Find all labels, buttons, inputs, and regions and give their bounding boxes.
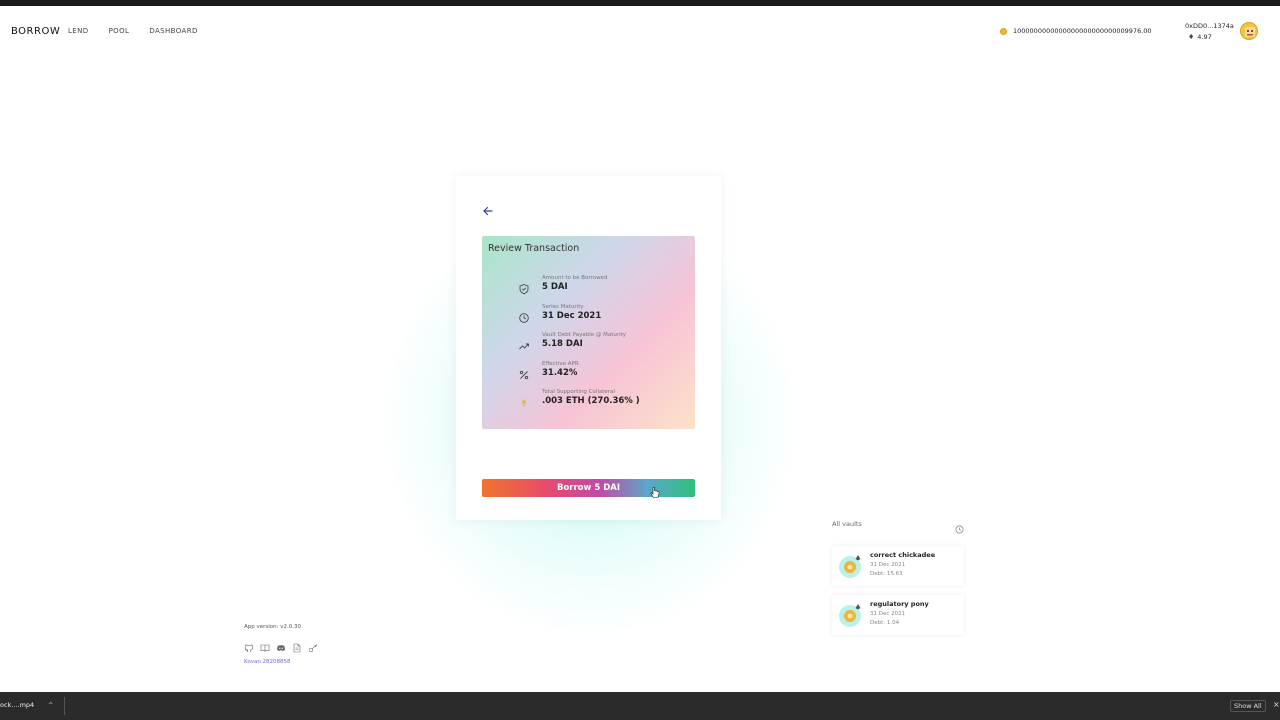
row-amount-borrowed: Amount to be Borrowed 5 DAI — [518, 274, 608, 295]
browser-download-bar: ock....mp4 ^ Show All × — [0, 692, 1280, 720]
back-arrow-icon[interactable] — [482, 202, 494, 216]
vault-dai-eth-icon — [838, 603, 862, 627]
percent-icon — [518, 366, 530, 380]
vault-item[interactable]: correct chickadee 31 Dec 2021 Debt: 15.6… — [832, 546, 964, 586]
dai-balance-value: 1000000000000000000000000009976.00 — [1013, 27, 1152, 35]
dai-coin-icon — [1000, 27, 1007, 35]
row-effective-apr: Effective APR 31.42% — [518, 360, 579, 380]
dai-balance: 1000000000000000000000000009976.00 — [1000, 27, 1152, 35]
review-title: Review Transaction — [488, 243, 580, 254]
account-avatar[interactable] — [1240, 22, 1258, 40]
vault-item[interactable]: regulatory pony 31 Dec 2021 Debt: 1.04 — [832, 595, 964, 635]
vaults-header: All vaults — [832, 519, 964, 534]
borrow-button[interactable]: Borrow 5 DAI — [482, 479, 695, 497]
network-block-link[interactable]: Kovan 28208858 — [244, 659, 291, 665]
vault-date: 31 Dec 2021 — [870, 562, 906, 568]
app-header: BORROW LEND POOL DASHBOARD 1000000000000… — [0, 6, 1280, 56]
history-icon[interactable] — [955, 519, 964, 534]
borrow-review-card: Review Transaction Amount to be Borrowed… — [456, 176, 721, 520]
document-icon[interactable] — [292, 638, 302, 653]
row-value: 31.42% — [542, 368, 578, 378]
review-transaction-panel: Review Transaction Amount to be Borrowed… — [482, 236, 695, 429]
app-version: App version: v2.0.30 — [244, 624, 301, 630]
eth-balance-value: 4.97 — [1197, 33, 1212, 41]
row-label: Amount to be Borrowed — [542, 275, 608, 281]
download-file-name[interactable]: ock....mp4 — [0, 701, 34, 709]
nav-lend[interactable]: LEND — [68, 27, 89, 35]
vault-date: 31 Dec 2021 — [870, 611, 906, 617]
row-value: 5 DAI — [542, 282, 568, 292]
hand-cursor-icon — [650, 484, 660, 498]
row-label: Vault Debt Payable @ Maturity — [542, 332, 627, 338]
row-value: 5.18 DAI — [542, 339, 583, 349]
row-series-maturity: Series Maturity 31 Dec 2021 — [518, 303, 602, 323]
vault-name: regulatory pony — [870, 600, 929, 608]
trend-up-icon — [518, 337, 530, 350]
vault-dai-eth-icon — [838, 554, 862, 578]
vault-name: correct chickadee — [870, 551, 936, 559]
github-icon[interactable] — [244, 638, 254, 652]
download-caret-icon[interactable]: ^ — [48, 701, 53, 709]
eth-balance-row: ♦ 4.97 — [1185, 32, 1234, 43]
account-info[interactable]: 0xDD0...1374a ♦ 4.97 — [1185, 21, 1234, 43]
key-icon[interactable] — [308, 638, 318, 653]
download-separator — [64, 697, 65, 715]
close-download-bar-icon[interactable]: × — [1273, 700, 1280, 709]
row-vault-debt: Vault Debt Payable @ Maturity 5.18 DAI — [518, 331, 626, 350]
vault-debt: Debt: 1.04 — [870, 620, 900, 626]
footer-links — [244, 638, 318, 653]
row-label: Total Supporting Collateral — [542, 389, 615, 395]
account-address: 0xDD0...1374a — [1185, 22, 1234, 30]
row-total-collateral: Total Supporting Collateral .003 ETH (27… — [518, 388, 640, 407]
row-value: 31 Dec 2021 — [542, 311, 602, 321]
nav-dashboard[interactable]: DASHBOARD — [149, 27, 197, 35]
vaults-title: All vaults — [832, 520, 862, 528]
eth-collateral-icon — [518, 394, 530, 407]
row-value: .003 ETH (270.36% ) — [542, 396, 640, 406]
nav-borrow[interactable]: BORROW — [11, 26, 60, 37]
docs-book-icon[interactable] — [260, 638, 270, 652]
show-all-button[interactable]: Show All — [1230, 700, 1266, 712]
row-label: Effective APR — [542, 361, 579, 367]
vault-debt: Debt: 15.63 — [870, 571, 903, 577]
eth-icon: ♦ — [1188, 33, 1195, 41]
row-label: Series Maturity — [542, 304, 584, 310]
shield-icon — [518, 280, 530, 295]
main-nav: LEND POOL DASHBOARD — [68, 27, 198, 35]
nav-pool[interactable]: POOL — [109, 27, 130, 35]
clock-icon — [518, 309, 530, 323]
discord-icon[interactable] — [276, 638, 286, 651]
